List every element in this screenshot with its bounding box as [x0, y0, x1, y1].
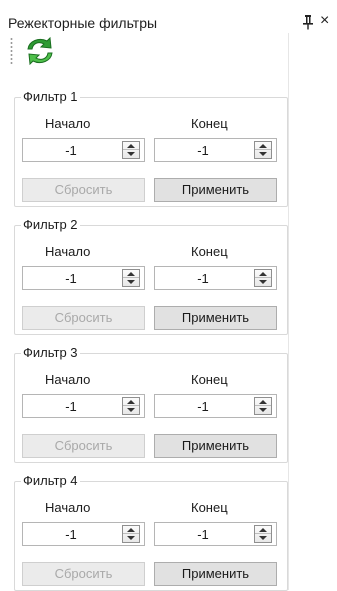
chevron-up-icon: [259, 400, 267, 404]
spin-down-button[interactable]: [255, 534, 271, 542]
end-input[interactable]: [155, 267, 251, 289]
start-label: Начало: [45, 500, 91, 515]
end-label: Конец: [191, 116, 228, 131]
chevron-down-icon: [259, 536, 267, 540]
chevron-up-icon: [127, 272, 135, 276]
pin-icon[interactable]: [302, 14, 314, 30]
start-spin-arrows[interactable]: [122, 141, 140, 159]
end-spinbox[interactable]: [154, 266, 277, 290]
end-input[interactable]: [155, 523, 251, 545]
chevron-up-icon: [259, 528, 267, 532]
start-spin-arrows[interactable]: [122, 269, 140, 287]
toolbar-grip[interactable]: [10, 37, 13, 65]
end-input[interactable]: [155, 139, 251, 161]
end-label: Конец: [191, 372, 228, 387]
spin-down-button[interactable]: [123, 150, 139, 158]
close-icon[interactable]: ×: [320, 13, 334, 29]
start-label: Начало: [45, 372, 91, 387]
chevron-down-icon: [127, 536, 135, 540]
panel-title: Режекторные фильтры: [8, 15, 158, 31]
start-spinbox[interactable]: [22, 522, 145, 546]
filter-legend: Фильтр 2: [23, 217, 78, 232]
panel-toolbar: [0, 33, 337, 69]
filter-group-1: Фильтр 1 Начало Конец Сбросить Применить: [14, 90, 288, 207]
reset-button[interactable]: Сбросить: [22, 434, 145, 458]
chevron-down-icon: [127, 152, 135, 156]
chevron-down-icon: [259, 280, 267, 284]
reset-button[interactable]: Сбросить: [22, 178, 145, 202]
filter-legend: Фильтр 1: [23, 89, 78, 104]
chevron-up-icon: [259, 144, 267, 148]
chevron-down-icon: [259, 152, 267, 156]
panel-titlebar: Режекторные фильтры ×: [0, 0, 337, 33]
spin-up-button[interactable]: [123, 526, 139, 534]
end-spin-arrows[interactable]: [254, 141, 272, 159]
spin-up-button[interactable]: [123, 142, 139, 150]
start-label: Начало: [45, 116, 91, 131]
spin-down-button[interactable]: [123, 406, 139, 414]
spin-down-button[interactable]: [123, 278, 139, 286]
filter-group-3: Фильтр 3 Начало Конец Сбросить Применить: [14, 346, 288, 463]
chevron-down-icon: [127, 280, 135, 284]
start-input[interactable]: [23, 267, 119, 289]
start-input[interactable]: [23, 395, 119, 417]
reset-button[interactable]: Сбросить: [22, 562, 145, 586]
notch-filters-panel: Режекторные фильтры × Фильтр 1 Начало Ко…: [0, 0, 337, 591]
start-spin-arrows[interactable]: [122, 397, 140, 415]
apply-button[interactable]: Применить: [154, 306, 277, 330]
spin-down-button[interactable]: [255, 150, 271, 158]
end-label: Конец: [191, 244, 228, 259]
spin-down-button[interactable]: [255, 278, 271, 286]
filter-legend: Фильтр 4: [23, 473, 78, 488]
spin-up-button[interactable]: [123, 270, 139, 278]
end-spin-arrows[interactable]: [254, 397, 272, 415]
spin-down-button[interactable]: [123, 534, 139, 542]
end-spinbox[interactable]: [154, 522, 277, 546]
spin-up-button[interactable]: [255, 270, 271, 278]
end-spin-arrows[interactable]: [254, 525, 272, 543]
spin-up-button[interactable]: [255, 398, 271, 406]
start-input[interactable]: [23, 523, 119, 545]
apply-button[interactable]: Применить: [154, 178, 277, 202]
chevron-down-icon: [127, 408, 135, 412]
end-spinbox[interactable]: [154, 138, 277, 162]
spin-up-button[interactable]: [123, 398, 139, 406]
end-label: Конец: [191, 500, 228, 515]
filter-group-2: Фильтр 2 Начало Конец Сбросить Применить: [14, 218, 288, 335]
end-spinbox[interactable]: [154, 394, 277, 418]
end-spin-arrows[interactable]: [254, 269, 272, 287]
chevron-down-icon: [259, 408, 267, 412]
start-spinbox[interactable]: [22, 266, 145, 290]
filter-legend: Фильтр 3: [23, 345, 78, 360]
chevron-up-icon: [127, 528, 135, 532]
start-spinbox[interactable]: [22, 138, 145, 162]
apply-button[interactable]: Применить: [154, 434, 277, 458]
start-spin-arrows[interactable]: [122, 525, 140, 543]
end-input[interactable]: [155, 395, 251, 417]
start-label: Начало: [45, 244, 91, 259]
spin-up-button[interactable]: [255, 142, 271, 150]
start-input[interactable]: [23, 139, 119, 161]
start-spinbox[interactable]: [22, 394, 145, 418]
apply-button[interactable]: Применить: [154, 562, 277, 586]
spin-up-button[interactable]: [255, 526, 271, 534]
reset-button[interactable]: Сбросить: [22, 306, 145, 330]
chevron-up-icon: [127, 144, 135, 148]
panel-divider: [288, 33, 289, 590]
chevron-up-icon: [127, 400, 135, 404]
refresh-icon: [27, 36, 53, 66]
spin-down-button[interactable]: [255, 406, 271, 414]
chevron-up-icon: [259, 272, 267, 276]
refresh-button[interactable]: [22, 35, 58, 67]
filter-group-4: Фильтр 4 Начало Конец Сбросить Применить: [14, 474, 288, 591]
